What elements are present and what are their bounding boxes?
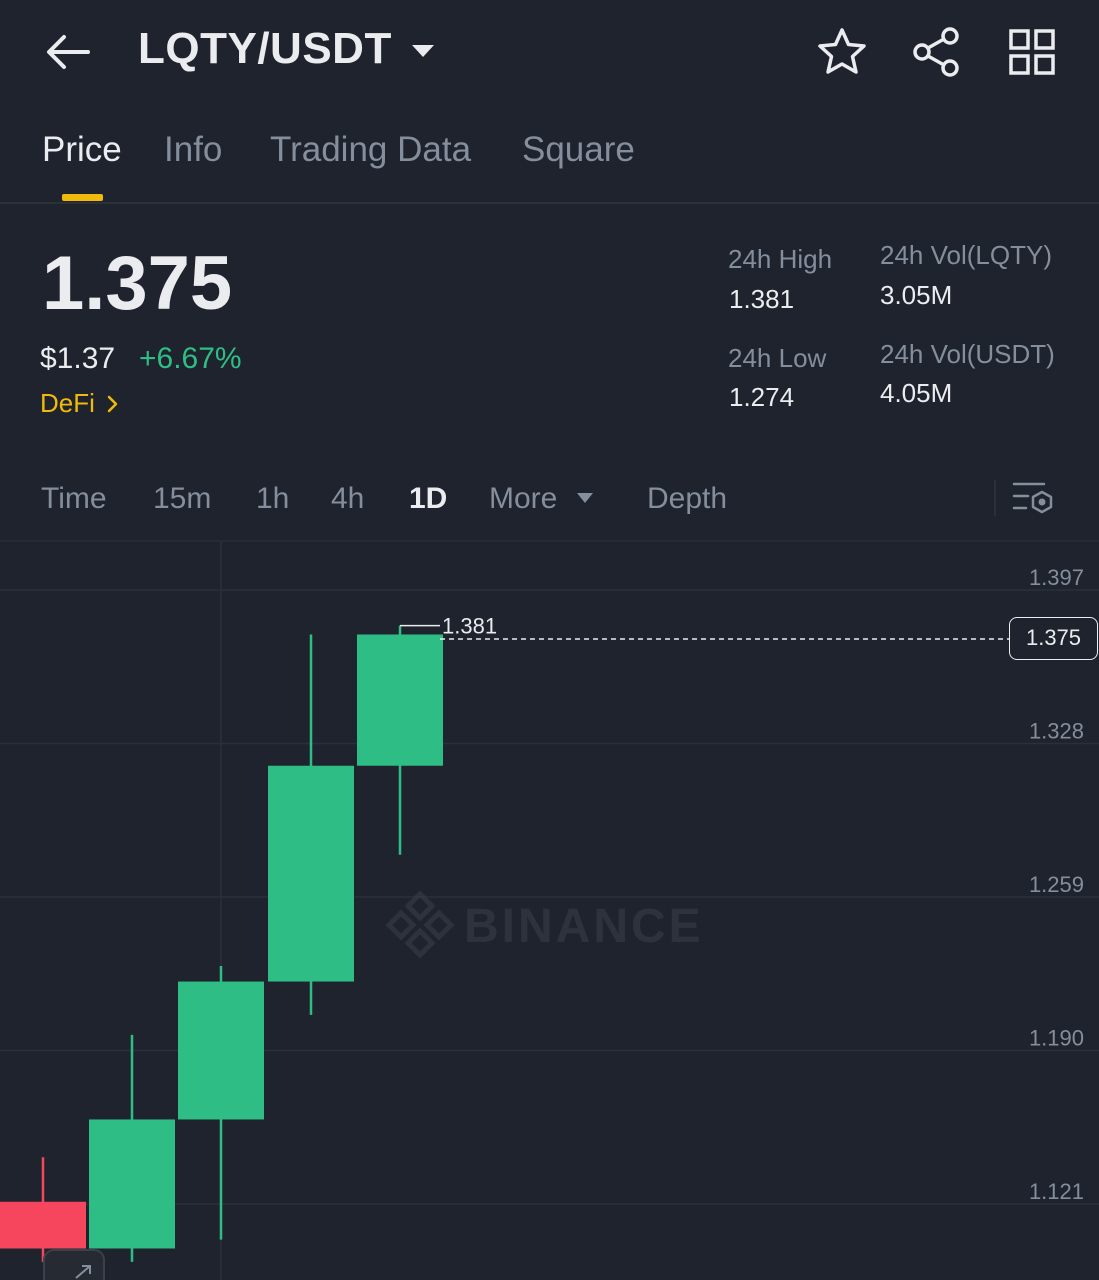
vertical-divider xyxy=(994,480,996,516)
active-tab-indicator xyxy=(62,194,103,201)
y-tick-label: 1.190 xyxy=(1029,1026,1084,1051)
interval-4h[interactable]: 4h xyxy=(331,482,364,516)
last-price: 1.375 xyxy=(42,241,233,326)
candlestick-chart[interactable]: 1.397 1.328 1.259 1.190 1.121 BINANCE 1.381 xyxy=(0,542,1099,1280)
high-value: 1.381 xyxy=(729,284,795,314)
usd-price: $1.37 xyxy=(40,342,116,375)
star-icon[interactable] xyxy=(816,26,868,78)
binance-logo-icon xyxy=(385,890,455,959)
vol-quote-value: 4.05M xyxy=(880,378,953,408)
last-price-tag: 1.375 xyxy=(1009,617,1098,660)
y-tick-label: 1.328 xyxy=(1029,719,1084,744)
category-tag-label: DeFi xyxy=(40,388,95,418)
high-label: 24h High xyxy=(728,244,833,274)
y-tick-label: 1.259 xyxy=(1029,872,1084,897)
chart-canvas: 1.397 1.328 1.259 1.190 1.121 BINANCE 1.381 xyxy=(0,542,1099,1280)
tab-info[interactable]: Info xyxy=(164,130,222,170)
low-label: 24h Low xyxy=(728,343,827,373)
interval-1d[interactable]: 1D xyxy=(409,482,447,516)
depth-tab[interactable]: Depth xyxy=(647,482,727,516)
interval-time[interactable]: Time xyxy=(41,482,107,516)
chart-settings-icon[interactable] xyxy=(1010,478,1056,520)
expand-button xyxy=(43,1249,105,1280)
candle-body xyxy=(89,1119,175,1249)
share-icon[interactable] xyxy=(910,26,962,78)
interval-more[interactable]: More xyxy=(489,482,557,516)
vol-base-label: 24h Vol(LQTY) xyxy=(880,240,1052,270)
pair-title[interactable]: LQTY/USDT xyxy=(138,24,392,74)
interval-1h[interactable]: 1h xyxy=(256,482,289,516)
vol-base-value: 3.05M xyxy=(880,280,953,310)
y-tick-label: 1.397 xyxy=(1029,565,1084,590)
chevron-right-icon xyxy=(107,395,118,413)
binance-watermark: BINANCE xyxy=(385,890,704,959)
tab-price[interactable]: Price xyxy=(42,130,122,170)
grid-icon[interactable] xyxy=(1006,26,1058,78)
category-tag-link[interactable]: DeFi xyxy=(40,388,120,419)
candle-body xyxy=(178,981,264,1120)
candle-body xyxy=(357,634,443,766)
candle-body xyxy=(268,765,354,982)
low-value: 1.274 xyxy=(729,382,795,412)
tab-bar: Price Info Trading Data Square xyxy=(0,110,1099,204)
tab-trading-data[interactable]: Trading Data xyxy=(270,130,471,170)
y-tick-label: 1.121 xyxy=(1029,1179,1084,1204)
candle-body xyxy=(0,1201,86,1249)
back-arrow-icon[interactable] xyxy=(40,28,94,76)
watermark-text: BINANCE xyxy=(464,900,704,953)
price-change-percent: +6.67% xyxy=(139,342,242,375)
header-bar: LQTY/USDT xyxy=(0,0,1099,105)
high-marker-label: 1.381 xyxy=(442,614,497,639)
caret-down-icon[interactable] xyxy=(576,492,594,504)
caret-down-icon[interactable] xyxy=(410,42,436,60)
interval-15m[interactable]: 15m xyxy=(153,482,211,516)
vol-quote-label: 24h Vol(USDT) xyxy=(880,339,1055,369)
tab-square[interactable]: Square xyxy=(522,130,635,170)
